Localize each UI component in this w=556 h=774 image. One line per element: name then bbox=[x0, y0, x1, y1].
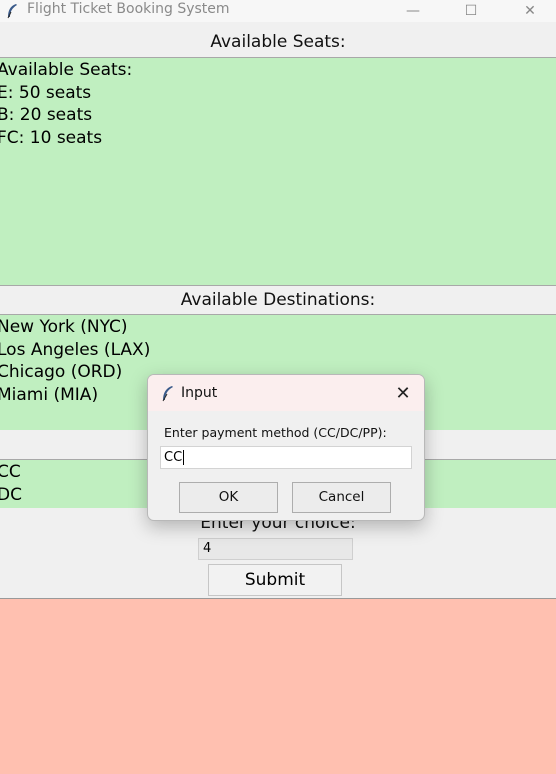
dialog-titlebar: Input ✕ bbox=[148, 375, 424, 411]
window-titlebar: Flight Ticket Booking System — ☐ ✕ bbox=[0, 0, 556, 22]
feather-app-icon bbox=[7, 4, 17, 19]
choice-input[interactable]: 4 bbox=[198, 538, 353, 560]
list-item: E: 50 seats bbox=[0, 83, 92, 103]
list-item: Miami (MIA) bbox=[0, 385, 99, 405]
minimize-button[interactable]: — bbox=[390, 0, 436, 22]
close-window-button[interactable]: ✕ bbox=[507, 0, 553, 22]
close-icon: ✕ bbox=[395, 382, 411, 404]
window-title: Flight Ticket Booking System bbox=[27, 1, 230, 17]
payment-method-value: CC bbox=[164, 450, 183, 465]
dialog-prompt: Enter payment method (CC/DC/PP): bbox=[164, 425, 387, 440]
list-item: DC bbox=[0, 485, 22, 505]
text-cursor bbox=[183, 450, 185, 465]
minimize-icon: — bbox=[406, 3, 420, 19]
dialog-close-button[interactable]: ✕ bbox=[390, 381, 416, 405]
payment-method-input[interactable]: CC bbox=[160, 446, 412, 469]
maximize-icon: ☐ bbox=[464, 3, 478, 19]
ok-button[interactable]: OK bbox=[179, 482, 278, 513]
list-item: Available Seats: bbox=[0, 60, 133, 80]
output-area bbox=[0, 598, 556, 774]
maximize-button[interactable]: ☐ bbox=[448, 0, 494, 22]
destinations-heading: Available Destinations: bbox=[180, 290, 376, 310]
input-dialog: Input ✕ Enter payment method (CC/DC/PP):… bbox=[147, 374, 425, 521]
list-item: Los Angeles (LAX) bbox=[0, 340, 151, 360]
list-item: FC: 10 seats bbox=[0, 128, 103, 148]
list-item: Chicago (ORD) bbox=[0, 362, 123, 382]
close-icon: ✕ bbox=[524, 3, 536, 19]
submit-button[interactable]: Submit bbox=[208, 564, 342, 596]
feather-icon bbox=[162, 386, 173, 402]
seats-heading: Available Seats: bbox=[210, 32, 346, 52]
seats-listbox[interactable]: Available Seats: E: 50 seats B: 20 seats… bbox=[0, 58, 556, 285]
divider bbox=[0, 285, 556, 286]
cancel-button[interactable]: Cancel bbox=[292, 482, 391, 513]
list-item: B: 20 seats bbox=[0, 105, 93, 125]
dialog-title: Input bbox=[181, 385, 218, 401]
list-item: New York (NYC) bbox=[0, 317, 128, 337]
list-item: CC bbox=[0, 462, 21, 482]
